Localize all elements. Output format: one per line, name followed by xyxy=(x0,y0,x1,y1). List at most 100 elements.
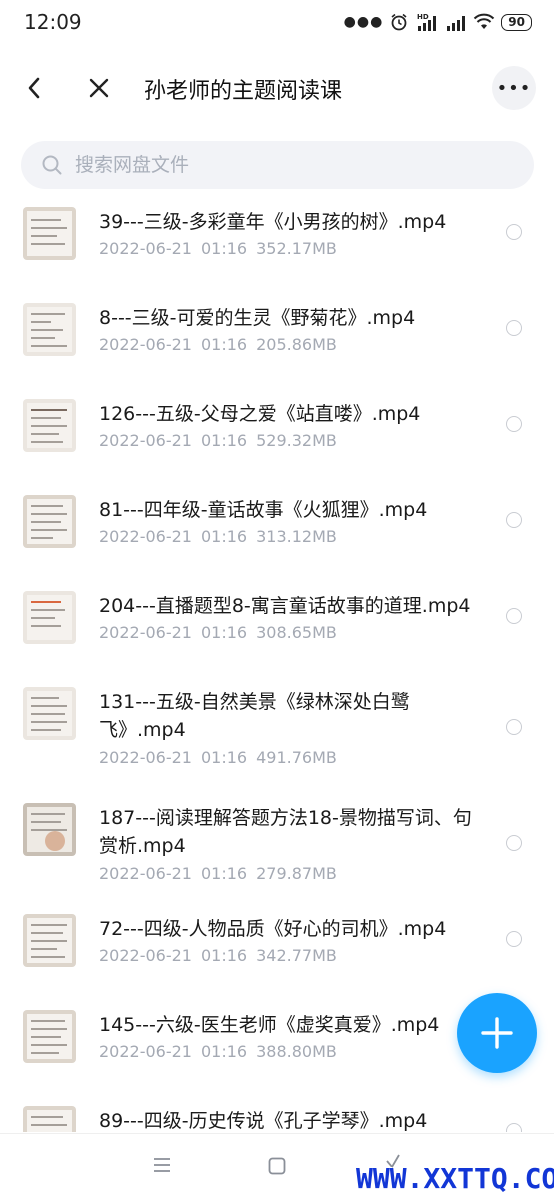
battery-indicator: 90 xyxy=(501,13,532,31)
list-item[interactable]: 81---四年级-童话故事《火狐狸》.mp4 2022-06-21 01:16 31… xyxy=(0,483,554,579)
select-radio[interactable] xyxy=(506,719,522,735)
file-meta: 2022-06-21 01:16 308.65MB xyxy=(99,623,337,642)
more-button[interactable]: ••• xyxy=(492,66,536,110)
select-radio[interactable] xyxy=(506,416,522,432)
file-name: 8---三级-可爱的生灵《野菊花》.mp4 xyxy=(99,307,416,329)
video-thumbnail xyxy=(23,303,76,356)
file-time: 01:16 xyxy=(200,239,248,258)
list-item[interactable]: 126---五级-父母之爱《站直喽》.mp4 2022-06-21 01:16 52… xyxy=(0,387,554,483)
alarm-icon xyxy=(391,13,407,31)
file-time: 01:16 xyxy=(200,946,248,965)
video-thumbnail xyxy=(23,495,76,548)
close-icon xyxy=(89,78,109,98)
select-radio[interactable] xyxy=(506,931,522,947)
close-button[interactable] xyxy=(82,68,116,108)
select-radio[interactable] xyxy=(506,1123,522,1132)
file-time: 01:16 xyxy=(200,623,248,642)
file-name: 39---三级-多彩童年《小男孩的树》.mp4 xyxy=(99,211,447,233)
file-size: 308.65MB xyxy=(256,623,337,642)
list-item[interactable]: 8---三级-可爱的生灵《野菊花》.mp4 2022-06-21 01:16 205… xyxy=(0,291,554,387)
menu-icon[interactable] xyxy=(152,1156,172,1174)
watermark: WWW.XXTTQ.COM xyxy=(356,1162,554,1195)
file-meta: 2022-06-21 01:16 313.12MB xyxy=(99,527,337,546)
list-item[interactable]: 131---五级-自然美景《绿林深处白鹭飞》.mp4 2022-06-21 01:… xyxy=(0,675,554,791)
video-thumbnail xyxy=(23,1010,76,1063)
file-time: 01:16 xyxy=(200,1042,248,1061)
file-name: 89---四级-历史传说《孔子学琴》.mp4 xyxy=(99,1110,428,1132)
file-size: 279.87MB xyxy=(256,864,337,883)
file-size: 352.17MB xyxy=(256,239,337,258)
file-date: 2022-06-21 xyxy=(99,1042,192,1061)
file-meta: 2022-06-21 01:16 529.32MB xyxy=(99,431,337,450)
file-name: 81---四年级-童话故事《火狐狸》.mp4 xyxy=(99,499,428,521)
file-name: 72---四级-人物品质《好心的司机》.mp4 xyxy=(99,918,447,940)
page-title: 孙老师的主题阅读课 xyxy=(144,79,343,104)
add-button[interactable] xyxy=(457,993,537,1073)
file-time: 01:16 xyxy=(200,527,248,546)
chevron-left-icon xyxy=(28,77,40,99)
file-meta: 2022-06-21 01:16 342.77MB xyxy=(99,946,337,965)
file-date: 2022-06-21 xyxy=(99,527,192,546)
file-time: 01:16 xyxy=(200,748,248,767)
file-meta: 2022-06-21 01:16 388.80MB xyxy=(99,1042,337,1061)
file-size: 529.32MB xyxy=(256,431,337,450)
list-item[interactable]: 72---四级-人物品质《好心的司机》.mp4 2022-06-21 01:16 3… xyxy=(0,902,554,998)
file-meta: 2022-06-21 01:16 205.86MB xyxy=(99,335,337,354)
file-time: 01:16 xyxy=(200,335,248,354)
video-thumbnail xyxy=(23,914,76,967)
file-time: 01:16 xyxy=(200,431,248,450)
select-radio[interactable] xyxy=(506,512,522,528)
status-icons: ●●● HD 90 xyxy=(344,10,532,34)
more-horizontal-icon: ••• xyxy=(496,77,532,99)
file-name: 126---五级-父母之爱《站直喽》.mp4 xyxy=(99,403,421,425)
file-date: 2022-06-21 xyxy=(99,623,192,642)
list-item[interactable]: 204---直播题型8-寓言童话故事的道理.mp4 2022-06-21 01:1… xyxy=(0,579,554,675)
status-bar: 12:09 ●●● HD 90 xyxy=(0,0,554,44)
video-thumbnail xyxy=(23,1106,76,1132)
file-name: 204---直播题型8-寓言童话故事的道理.mp4 xyxy=(99,595,471,617)
file-date: 2022-06-21 xyxy=(99,239,192,258)
svg-text:HD: HD xyxy=(417,13,429,21)
file-size: 205.86MB xyxy=(256,335,337,354)
video-thumbnail xyxy=(23,591,76,644)
video-thumbnail xyxy=(23,399,76,452)
wifi-icon xyxy=(474,13,495,29)
file-size: 388.80MB xyxy=(256,1042,337,1061)
list-item[interactable]: 89---四级-历史传说《孔子学琴》.mp4 xyxy=(0,1094,554,1132)
list-item[interactable]: 187---阅读理解答题方法18-景物描写词、句赏析.mp4 2022-06-2… xyxy=(0,791,554,902)
file-date: 2022-06-21 xyxy=(99,946,192,965)
file-meta: 2022-06-21 01:16 352.17MB xyxy=(99,239,337,258)
file-name: 131---五级-自然美景《绿林深处白鹭飞》.mp4 xyxy=(99,691,410,741)
search-icon xyxy=(42,155,62,175)
square-icon[interactable] xyxy=(267,1156,287,1176)
file-size: 313.12MB xyxy=(256,527,337,546)
signal-hd-icon: HD xyxy=(417,13,437,31)
video-thumbnail xyxy=(23,803,76,856)
file-name: 187---阅读理解答题方法18-景物描写词、句赏析.mp4 xyxy=(99,807,472,857)
video-thumbnail xyxy=(23,687,76,740)
select-radio[interactable] xyxy=(506,835,522,851)
file-meta: 2022-06-21 01:16 491.76MB xyxy=(99,748,337,767)
header: 孙老师的主题阅读课 ••• xyxy=(0,56,554,120)
status-time: 12:09 xyxy=(24,10,82,34)
file-list: 39---三级-多彩童年《小男孩的树》.mp4 2022-06-21 01:16 3… xyxy=(0,195,554,1132)
signal-icon xyxy=(447,16,466,31)
notification-dots-icon: ●●● xyxy=(343,14,384,30)
select-radio[interactable] xyxy=(506,608,522,624)
file-time: 01:16 xyxy=(200,864,248,883)
plus-icon xyxy=(481,1017,513,1049)
select-radio[interactable] xyxy=(506,320,522,336)
file-date: 2022-06-21 xyxy=(99,748,192,767)
file-size: 491.76MB xyxy=(256,748,337,767)
list-item[interactable]: 39---三级-多彩童年《小男孩的树》.mp4 2022-06-21 01:16 3… xyxy=(0,195,554,291)
file-date: 2022-06-21 xyxy=(99,335,192,354)
video-thumbnail xyxy=(23,207,76,260)
file-date: 2022-06-21 xyxy=(99,431,192,450)
file-date: 2022-06-21 xyxy=(99,864,192,883)
file-size: 342.77MB xyxy=(256,946,337,965)
search-input[interactable] xyxy=(75,141,515,189)
back-button[interactable] xyxy=(18,68,50,108)
search-bar[interactable] xyxy=(21,141,534,189)
select-radio[interactable] xyxy=(506,224,522,240)
file-name: 145---六级-医生老师《虚奖真爱》.mp4 xyxy=(99,1014,440,1036)
